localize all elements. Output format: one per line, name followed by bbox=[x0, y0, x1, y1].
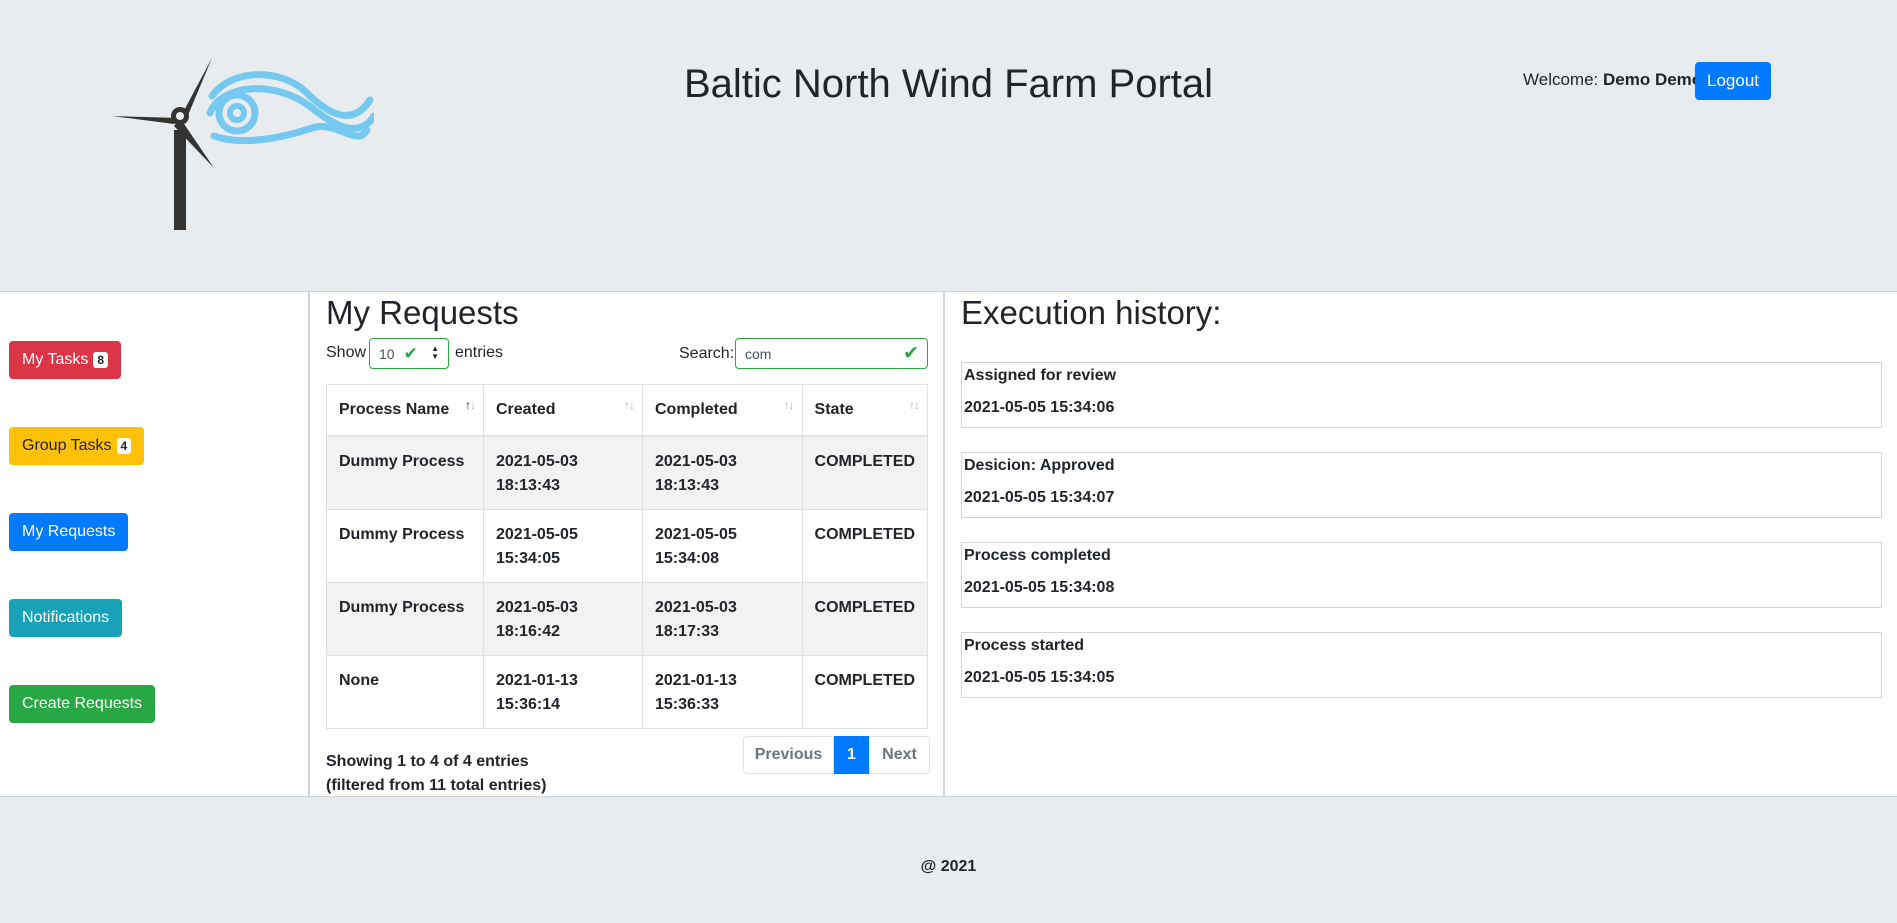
logout-button[interactable]: Logout bbox=[1695, 62, 1771, 100]
history-event: Process completed 2021-05-05 15:34:08 bbox=[961, 542, 1882, 608]
column-header-process-name[interactable]: Process Name ↑↓ bbox=[326, 384, 484, 437]
table-row[interactable]: Dummy Process 2021-05-03 18:16:42 2021-05… bbox=[326, 581, 929, 656]
cell-completed: 2021-05-03 18:17:33 bbox=[642, 581, 803, 656]
table-header-row: Process Name ↑↓ Created ↑↓ Completed ↑↓ Sta… bbox=[326, 384, 929, 437]
cell-completed: 2021-01-13 15:36:33 bbox=[642, 654, 803, 729]
search-value: com bbox=[745, 345, 772, 362]
cell-state: COMPLETED bbox=[801, 508, 929, 583]
sort-asc-icon: ↑↓ bbox=[465, 398, 476, 412]
sidebar-item-notifications[interactable]: Notifications bbox=[9, 599, 123, 637]
footer-copyright: @ 2021 bbox=[920, 858, 977, 875]
table-info-filtered: (filtered from 11 total entries) bbox=[326, 777, 547, 794]
cell-state: COMPLETED bbox=[801, 654, 929, 729]
pagination-next-button[interactable]: Next bbox=[869, 736, 930, 774]
page-header: Baltic North Wind Farm Portal Welcome: D… bbox=[0, 0, 1897, 291]
cell-process-name: Dummy Process bbox=[326, 508, 484, 583]
cell-process-name: Dummy Process bbox=[326, 581, 484, 656]
sidebar-item-label: Group Tasks bbox=[22, 437, 112, 454]
requests-panel: My Requests Show 10 ✔ ▲ ▼ entries Search:… bbox=[310, 292, 945, 796]
column-header-created[interactable]: Created ↑↓ bbox=[483, 384, 643, 437]
cell-created: 2021-05-03 18:13:43 bbox=[483, 435, 643, 510]
cell-process-name: None bbox=[326, 654, 484, 729]
sidebar-item-label: My Requests bbox=[22, 523, 116, 540]
cell-state: COMPLETED bbox=[801, 581, 929, 656]
user-name: Demo Demo bbox=[1603, 70, 1703, 89]
history-event-time: 2021-05-05 15:34:06 bbox=[964, 399, 1115, 416]
column-header-completed[interactable]: Completed ↑↓ bbox=[642, 384, 803, 437]
cell-state: COMPLETED bbox=[801, 435, 929, 510]
pagination: Previous 1 Next bbox=[743, 736, 930, 774]
table-info: Showing 1 to 4 of 4 entries (filtered fr… bbox=[326, 750, 547, 798]
entries-label: entries bbox=[455, 344, 504, 361]
valid-check-icon: ✔ bbox=[903, 343, 919, 364]
page-length-select[interactable]: 10 ✔ ▲ ▼ bbox=[369, 338, 449, 369]
sidebar-item-create-requests[interactable]: Create Requests bbox=[9, 685, 156, 723]
history-event-time: 2021-05-05 15:34:07 bbox=[964, 489, 1115, 506]
execution-history-panel: Execution history: Assigned for review 2… bbox=[945, 292, 1897, 796]
cell-created: 2021-05-05 15:34:05 bbox=[483, 508, 643, 583]
sidebar-item-group-tasks[interactable]: Group Tasks 4 bbox=[9, 427, 145, 465]
search-input[interactable]: com ✔ bbox=[735, 338, 928, 369]
cell-created: 2021-05-03 18:16:42 bbox=[483, 581, 643, 656]
pagination-page-1[interactable]: 1 bbox=[834, 736, 869, 774]
cell-process-name: Dummy Process bbox=[326, 435, 484, 510]
table-row[interactable]: None 2021-01-13 15:36:14 2021-01-13 15:36:… bbox=[326, 654, 929, 729]
sidebar-item-label: My Tasks bbox=[22, 351, 89, 368]
page-length-value: 10 bbox=[379, 345, 395, 362]
pagination-previous-button[interactable]: Previous bbox=[743, 736, 834, 774]
select-arrows-icon: ▲ ▼ bbox=[431, 344, 439, 361]
column-header-state[interactable]: State ↑↓ bbox=[801, 384, 929, 437]
sort-icon: ↑↓ bbox=[783, 398, 795, 412]
valid-check-icon: ✔ bbox=[403, 343, 418, 363]
search-label: Search: bbox=[679, 345, 735, 362]
cell-completed: 2021-05-05 15:34:08 bbox=[642, 508, 803, 583]
group-task-count-badge: 4 bbox=[116, 438, 132, 454]
sidebar-item-label: Create Requests bbox=[22, 695, 143, 712]
sort-icon: ↑↓ bbox=[624, 398, 635, 412]
history-event-time: 2021-05-05 15:34:05 bbox=[964, 669, 1115, 686]
table-info-count: Showing 1 to 4 of 4 entries bbox=[326, 753, 529, 770]
cell-created: 2021-01-13 15:36:14 bbox=[483, 654, 643, 729]
sidebar-item-label: Notifications bbox=[22, 609, 110, 626]
show-label: Show bbox=[326, 344, 367, 361]
table-row[interactable]: Dummy Process 2021-05-03 18:13:43 2021-05… bbox=[326, 435, 929, 510]
welcome-text: Welcome: Demo Demo bbox=[1523, 70, 1702, 90]
history-heading: Execution history: bbox=[961, 294, 1222, 331]
history-event-label: Assigned for review bbox=[964, 367, 1117, 384]
table-row[interactable]: Dummy Process 2021-05-05 15:34:05 2021-05… bbox=[326, 508, 929, 583]
cell-completed: 2021-05-03 18:13:43 bbox=[642, 435, 803, 510]
history-event: Desicion: Approved 2021-05-05 15:34:07 bbox=[961, 452, 1882, 518]
history-event: Process started 2021-05-05 15:34:05 bbox=[961, 632, 1882, 698]
sidebar: My Tasks 8 Group Tasks 4 My Requests Not… bbox=[0, 292, 310, 796]
history-event-label: Process completed bbox=[964, 547, 1111, 564]
requests-table: Process Name ↑↓ Created ↑↓ Completed ↑↓ Sta… bbox=[326, 384, 929, 729]
history-event-time: 2021-05-05 15:34:08 bbox=[964, 579, 1115, 596]
task-count-badge: 8 bbox=[93, 352, 109, 368]
requests-heading: My Requests bbox=[326, 294, 519, 331]
history-event-label: Process started bbox=[964, 637, 1085, 654]
history-event: Assigned for review 2021-05-05 15:34:06 bbox=[961, 362, 1882, 428]
sort-icon: ↑↓ bbox=[909, 398, 920, 412]
sidebar-item-my-requests[interactable]: My Requests bbox=[9, 513, 129, 551]
main-content: My Tasks 8 Group Tasks 4 My Requests Not… bbox=[0, 291, 1897, 797]
sidebar-item-my-tasks[interactable]: My Tasks 8 bbox=[9, 341, 122, 379]
history-event-label: Desicion: Approved bbox=[964, 457, 1115, 474]
welcome-prefix: Welcome: bbox=[1523, 70, 1599, 89]
